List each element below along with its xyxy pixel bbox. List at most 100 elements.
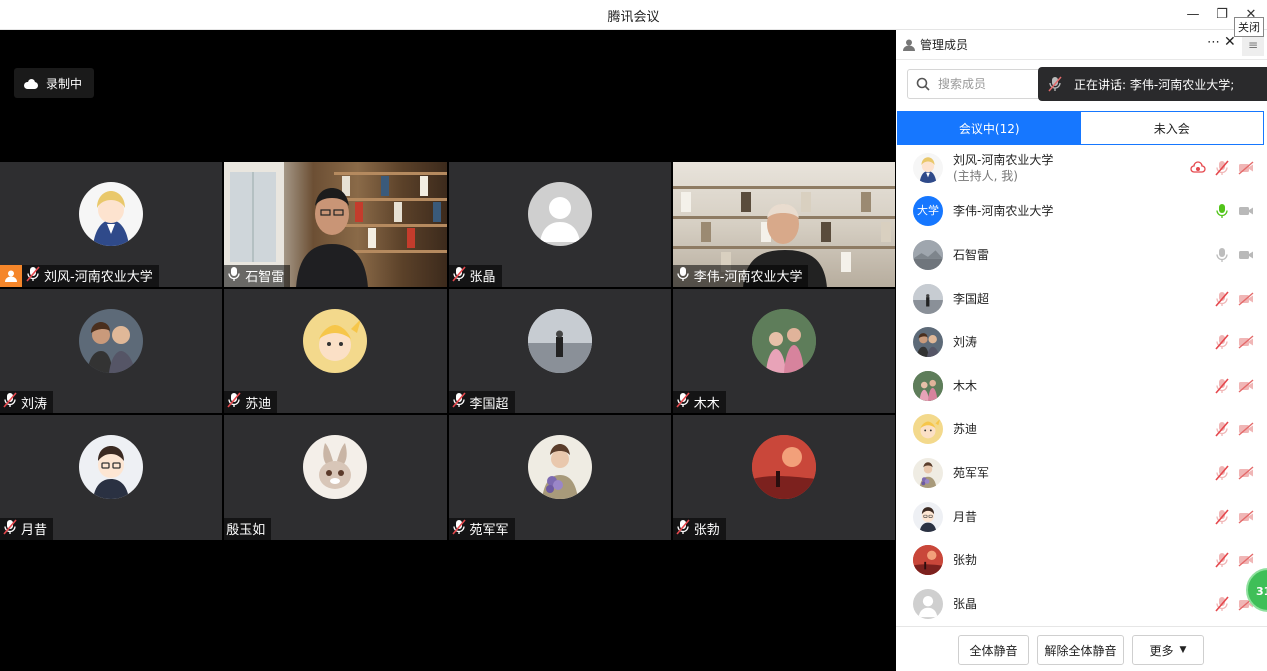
participant-name: 刘涛 bbox=[21, 396, 48, 412]
mic-muted-icon[interactable] bbox=[1214, 552, 1230, 568]
member-row[interactable]: 大学 李伟-河南农业大学 bbox=[896, 190, 1267, 234]
avatar bbox=[79, 182, 144, 246]
speaking-label: 正在讲话: 李伟-河南农业大学; bbox=[1074, 77, 1235, 92]
video-tile[interactable]: 李国超 bbox=[448, 288, 671, 414]
member-avatar bbox=[913, 545, 943, 576]
video-tile[interactable]: 苏迪 bbox=[224, 288, 447, 414]
mic-muted-icon[interactable] bbox=[1214, 465, 1230, 481]
avatar bbox=[303, 435, 368, 500]
camera-icon[interactable] bbox=[1238, 421, 1254, 437]
mic-muted-icon[interactable] bbox=[1214, 421, 1230, 437]
member-row[interactable]: 苑军军 bbox=[896, 451, 1267, 495]
host-icon bbox=[0, 264, 22, 287]
member-row[interactable]: 木木 bbox=[896, 364, 1267, 408]
member-name: 李国超 bbox=[953, 291, 990, 306]
video-tile[interactable]: 张勃 bbox=[672, 415, 895, 540]
camera-icon[interactable] bbox=[1238, 465, 1254, 481]
camera-icon[interactable] bbox=[1238, 203, 1254, 219]
more-button[interactable]: 更多 ▼ bbox=[1132, 635, 1204, 665]
member-name: 苑军军 bbox=[953, 465, 990, 480]
participant-name: 张晶 bbox=[469, 270, 496, 286]
search-box[interactable] bbox=[907, 69, 1047, 99]
recording-badge[interactable]: 录制中 bbox=[14, 68, 95, 98]
mic-icon[interactable] bbox=[1214, 203, 1230, 219]
mic-muted-icon bbox=[675, 392, 691, 412]
camera-icon[interactable] bbox=[1238, 247, 1254, 263]
mic-muted-icon[interactable] bbox=[1214, 334, 1230, 350]
video-tile[interactable]: 石智雷 bbox=[224, 162, 447, 287]
member-avatar bbox=[913, 370, 943, 401]
mic-muted-icon[interactable] bbox=[1214, 160, 1230, 176]
participant-namebar: 张晶 bbox=[448, 264, 502, 287]
panel-header: 管理成员 ⋯ ✕ ≡ bbox=[896, 30, 1267, 60]
video-tile[interactable]: 刘风-河南农业大学 bbox=[0, 162, 223, 287]
member-row[interactable]: 李国超 bbox=[896, 277, 1267, 321]
participant-namebar: 木木 bbox=[672, 391, 726, 414]
video-tile[interactable]: 殷玉如 bbox=[224, 415, 447, 540]
cloud-icon bbox=[24, 78, 38, 89]
member-row[interactable]: 刘风-河南农业大学 (主持人, 我) bbox=[896, 146, 1267, 190]
camera-icon[interactable] bbox=[1238, 552, 1254, 568]
camera-icon[interactable] bbox=[1238, 291, 1254, 307]
tab-in-meeting[interactable]: 会议中(12) bbox=[898, 112, 1081, 144]
video-tile[interactable]: 木木 bbox=[672, 288, 895, 414]
mic-icon bbox=[226, 266, 242, 286]
unmute-all-button[interactable]: 解除全体静音 bbox=[1037, 635, 1124, 665]
participant-namebar: 月昔 bbox=[0, 517, 54, 540]
camera-icon[interactable] bbox=[1238, 334, 1254, 350]
participant-name: 李伟-河南农业大学 bbox=[693, 270, 803, 286]
mic-muted-icon[interactable] bbox=[1214, 509, 1230, 525]
minimize-button[interactable]: — bbox=[1182, 5, 1204, 25]
member-row[interactable]: 张晶 bbox=[896, 582, 1267, 626]
menu-icon[interactable]: ≡ bbox=[1242, 34, 1264, 56]
restore-button[interactable]: ❐ bbox=[1211, 5, 1233, 25]
participant-name: 石智雷 bbox=[245, 270, 285, 286]
video-tile[interactable]: 月昔 bbox=[0, 415, 223, 540]
video-tile[interactable]: 刘涛 bbox=[0, 288, 223, 414]
mic-muted-icon[interactable] bbox=[1214, 596, 1230, 612]
more-options-icon[interactable]: ⋯ bbox=[1207, 35, 1220, 50]
member-avatar bbox=[913, 327, 943, 358]
member-name: 苏迪 bbox=[953, 422, 978, 437]
member-row[interactable]: 张勃 bbox=[896, 538, 1267, 582]
tab-not-joined[interactable]: 未入会 bbox=[1080, 112, 1263, 144]
mute-all-button[interactable]: 全体静音 bbox=[958, 635, 1029, 665]
video-grid: 刘风-河南农业大学 石智雷 张晶 李伟-河南农业大学刘涛 苏迪 李国超 木木月昔 殷玉如 bbox=[0, 162, 895, 540]
camera-icon[interactable] bbox=[1238, 378, 1254, 394]
mic-icon[interactable] bbox=[1214, 247, 1230, 263]
member-role: (主持人, 我) bbox=[953, 168, 1018, 183]
participant-namebar: 苏迪 bbox=[224, 391, 278, 414]
member-row[interactable]: 苏迪 bbox=[896, 408, 1267, 452]
participant-name: 李国超 bbox=[469, 396, 509, 412]
mic-muted-icon[interactable] bbox=[1214, 378, 1230, 394]
participant-name: 月昔 bbox=[21, 523, 48, 539]
member-row[interactable]: 刘涛 bbox=[896, 320, 1267, 364]
video-tile[interactable]: 李伟-河南农业大学 bbox=[672, 162, 895, 287]
member-name: 张晶 bbox=[953, 596, 978, 611]
search-input[interactable] bbox=[938, 77, 1038, 91]
member-avatar bbox=[913, 239, 943, 270]
camera-icon[interactable] bbox=[1238, 160, 1254, 176]
camera-icon[interactable] bbox=[1238, 509, 1254, 525]
search-icon bbox=[916, 77, 930, 91]
video-tile[interactable]: 张晶 bbox=[448, 162, 671, 287]
mic-muted-icon bbox=[2, 519, 18, 539]
mic-muted-icon bbox=[2, 392, 18, 412]
avatar bbox=[79, 435, 144, 500]
member-avatar bbox=[913, 283, 943, 314]
mic-muted-icon[interactable] bbox=[1214, 291, 1230, 307]
participant-namebar: 张勃 bbox=[672, 517, 726, 540]
recording-label: 录制中 bbox=[46, 76, 83, 91]
member-avatar bbox=[913, 414, 943, 445]
more-label: 更多 bbox=[1149, 643, 1174, 658]
member-avatar: 大学 bbox=[913, 196, 943, 227]
video-tile[interactable]: 苑军军 bbox=[448, 415, 671, 540]
member-row[interactable]: 月昔 bbox=[896, 495, 1267, 539]
window-title: 腾讯会议 bbox=[607, 10, 660, 25]
participant-namebar: 李伟-河南农业大学 bbox=[672, 264, 809, 287]
avatar bbox=[303, 308, 368, 373]
participant-namebar: 石智雷 bbox=[224, 264, 291, 287]
avatar bbox=[751, 435, 816, 500]
cloud-record-icon bbox=[1190, 160, 1206, 176]
member-row[interactable]: 石智雷 bbox=[896, 233, 1267, 277]
